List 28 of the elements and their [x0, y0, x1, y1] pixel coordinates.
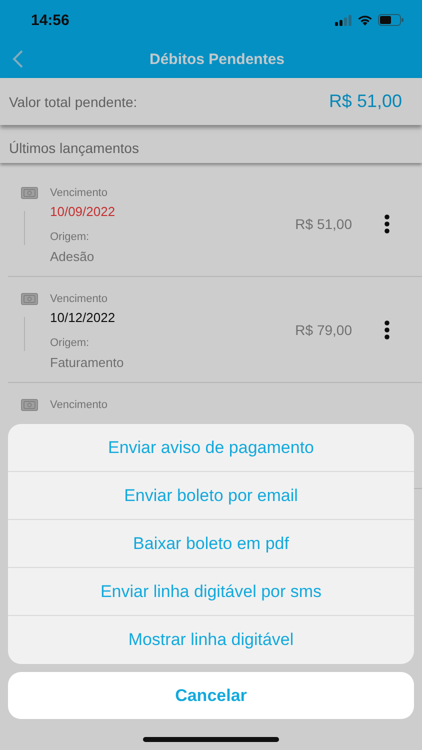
action-item[interactable]: Mostrar linha digitável: [8, 616, 414, 664]
origin-value: Faturamento: [50, 354, 125, 372]
action-item[interactable]: Baixar boleto em pdf: [8, 520, 414, 568]
page-title: Débitos Pendentes: [148, 50, 286, 68]
wifi-icon: [357, 14, 373, 26]
more-icon[interactable]: [384, 214, 390, 234]
action-item[interactable]: Enviar linha digitável por sms: [8, 568, 414, 616]
total-label: Valor total pendente:: [9, 94, 138, 110]
action-item[interactable]: Enviar aviso de pagamento: [8, 424, 414, 472]
amount: R$ 79,00: [295, 322, 352, 338]
bill-icon: [20, 399, 38, 411]
origin-value: Adesão: [50, 248, 96, 266]
action-item[interactable]: Enviar boleto por email: [8, 472, 414, 520]
bill-icon: [20, 293, 38, 305]
due-date: 10/12/2022: [50, 309, 116, 327]
due-label: Vencimento: [50, 186, 108, 201]
due-date: 10/09/2022: [50, 203, 116, 221]
total-value: R$ 51,00: [328, 91, 402, 112]
status-time: 14:56: [31, 12, 70, 28]
origin-label: Origem:: [50, 336, 90, 351]
due-label: Vencimento: [50, 292, 108, 307]
more-icon[interactable]: [384, 320, 390, 340]
origin-label: Origem:: [50, 230, 90, 245]
cancel-button[interactable]: Cancelar: [8, 672, 414, 719]
due-label: Vencimento: [50, 398, 108, 413]
section-title: Últimos lançamentos: [9, 140, 139, 156]
bill-icon: [20, 187, 38, 199]
amount: R$ 51,00: [295, 216, 352, 232]
